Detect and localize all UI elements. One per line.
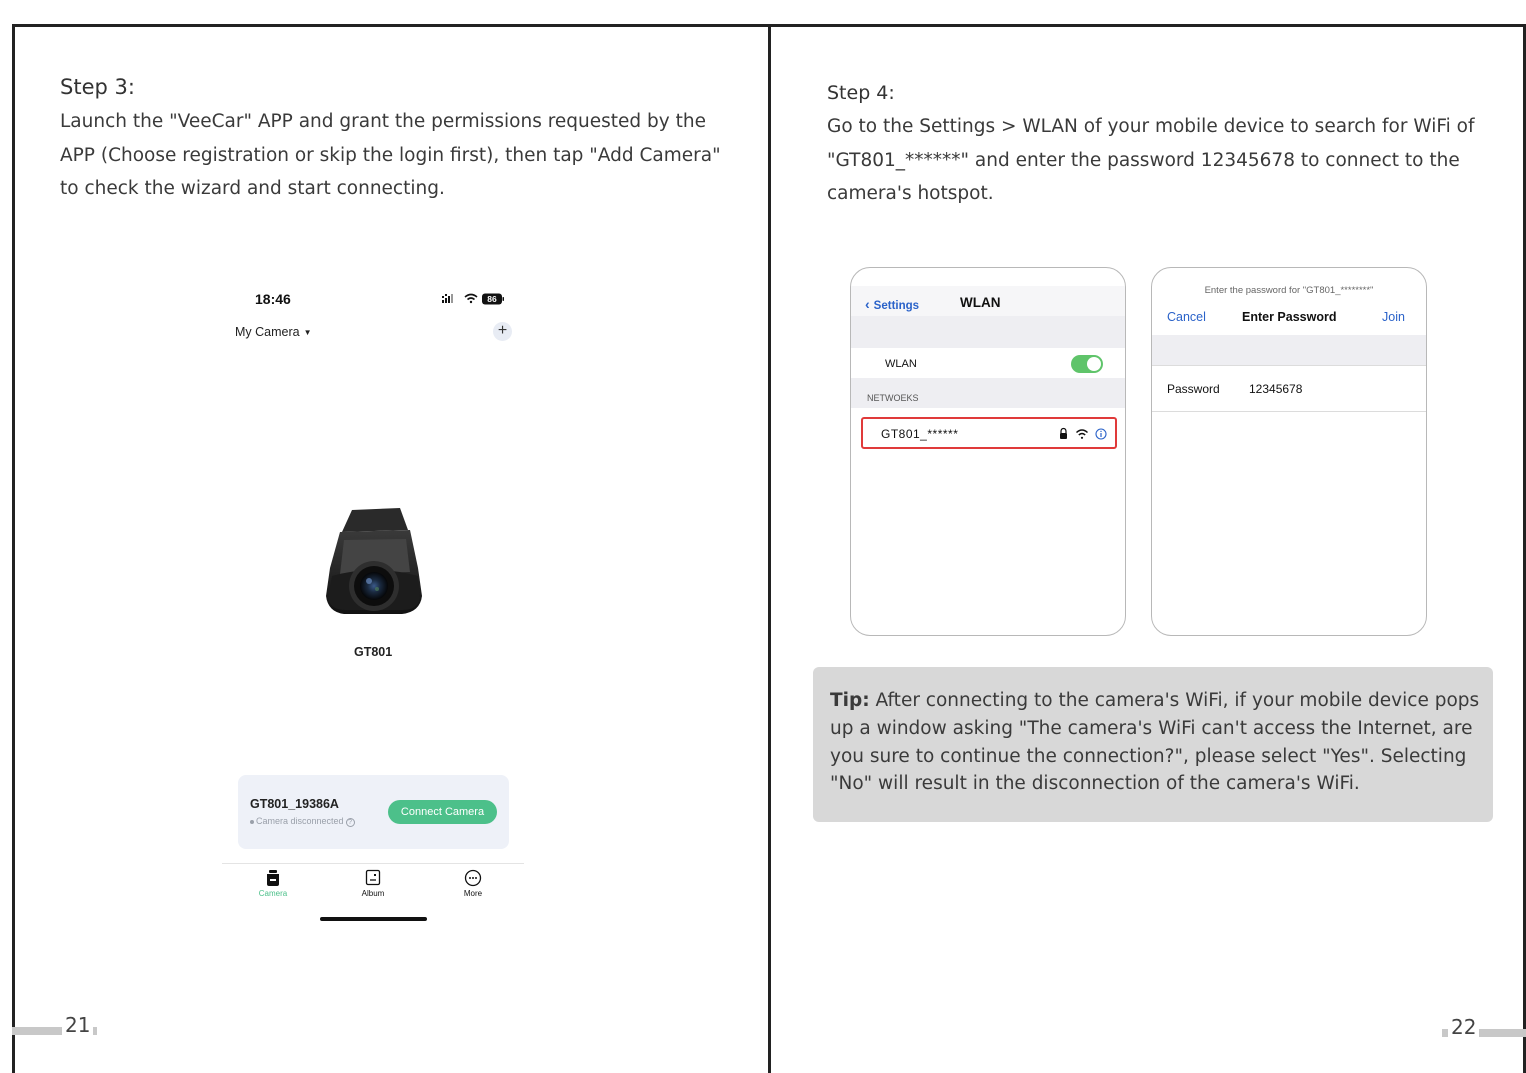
camera-model-label: GT801 [354, 645, 393, 659]
tab-bar-divider [222, 863, 524, 864]
tip-box: Tip: After connecting to the camera's Wi… [813, 667, 1493, 822]
password-prompt: Enter the password for "GT801_********" [1204, 285, 1374, 296]
password-screen-title: Enter Password [1242, 310, 1337, 324]
tab-camera-label: Camera [258, 889, 288, 898]
chevron-left-icon: ‹ [865, 296, 870, 312]
divider [1152, 365, 1426, 366]
status-bar-icons: 86 [442, 293, 504, 305]
wlan-settings-screen: ‹ Settings WLAN WLAN NETWOEKS GT801_*****… [850, 267, 1126, 636]
wlan-toggle[interactable] [1071, 355, 1103, 373]
wifi-icon [464, 293, 478, 304]
step-4-text: Go to the Settings > WLAN of your mobile… [827, 116, 1475, 204]
wlan-toggle-label: WLAN [885, 358, 917, 370]
tab-camera[interactable]: Camera [243, 869, 303, 898]
more-tab-icon [464, 869, 482, 887]
settings-back-label: Settings [873, 300, 920, 312]
lock-icon [1060, 427, 1067, 439]
networks-header: NETWOEKS [867, 393, 919, 403]
tab-album-label: Album [361, 889, 385, 898]
help-icon[interactable]: ? [345, 818, 355, 827]
tab-album[interactable]: Album [343, 869, 403, 898]
section-spacer [851, 316, 1125, 348]
password-field[interactable]: 12345678 [1249, 382, 1302, 396]
camera-tab-icon [267, 870, 279, 886]
step-4-title: Step 4: [827, 82, 895, 104]
home-indicator [320, 917, 427, 921]
dashcam-image [326, 508, 422, 614]
tab-more[interactable]: More [443, 869, 503, 898]
step-3-text: Launch the "VeeCar" APP and grant the pe… [60, 111, 721, 199]
cancel-button[interactable]: Cancel [1167, 310, 1206, 324]
camera-selector-label: My Camera [235, 325, 300, 339]
info-icon [1095, 428, 1107, 440]
camera-selector[interactable]: My Camera ▼ [235, 325, 312, 339]
settings-back-link[interactable]: ‹ Settings [865, 296, 919, 312]
add-camera-button[interactable]: + [493, 322, 512, 341]
enter-password-screen: Enter the password for "GT801_********" … [1151, 267, 1427, 636]
network-name: GT801_****** [881, 427, 959, 441]
dropdown-caret-icon: ▼ [303, 328, 312, 337]
battery-icon: 86 [482, 293, 504, 305]
connect-camera-button[interactable]: Connect Camera [388, 800, 497, 824]
cellular-signal-icon [442, 294, 453, 303]
wifi-signal-icon [1075, 429, 1089, 439]
join-button[interactable]: Join [1382, 310, 1405, 324]
album-tab-icon [365, 869, 381, 886]
divider [1152, 411, 1426, 412]
battery-level: 86 [487, 294, 497, 304]
tip-text: After connecting to the camera's WiFi, i… [830, 690, 1480, 795]
password-label: Password [1167, 382, 1220, 396]
status-time: 18:46 [255, 291, 291, 307]
device-status: Camera disconnected? [250, 816, 355, 827]
step-3-title: Step 3: [60, 75, 135, 99]
page-number-left: 21 [62, 1013, 94, 1037]
page-number-right: 22 [1448, 1015, 1480, 1039]
device-name: GT801_19386A [250, 797, 339, 811]
status-dot-icon [250, 819, 254, 824]
device-status-text: Camera disconnected [256, 816, 344, 826]
wlan-screen-title: WLAN [960, 295, 1001, 310]
network-status-icons [1060, 427, 1107, 440]
network-row-camera[interactable]: GT801_****** [861, 417, 1117, 449]
tip-label: Tip: [830, 690, 870, 711]
section-spacer [1152, 335, 1426, 365]
device-card[interactable]: GT801_19386A Camera disconnected? Connec… [238, 775, 509, 849]
tab-more-label: More [463, 889, 483, 898]
